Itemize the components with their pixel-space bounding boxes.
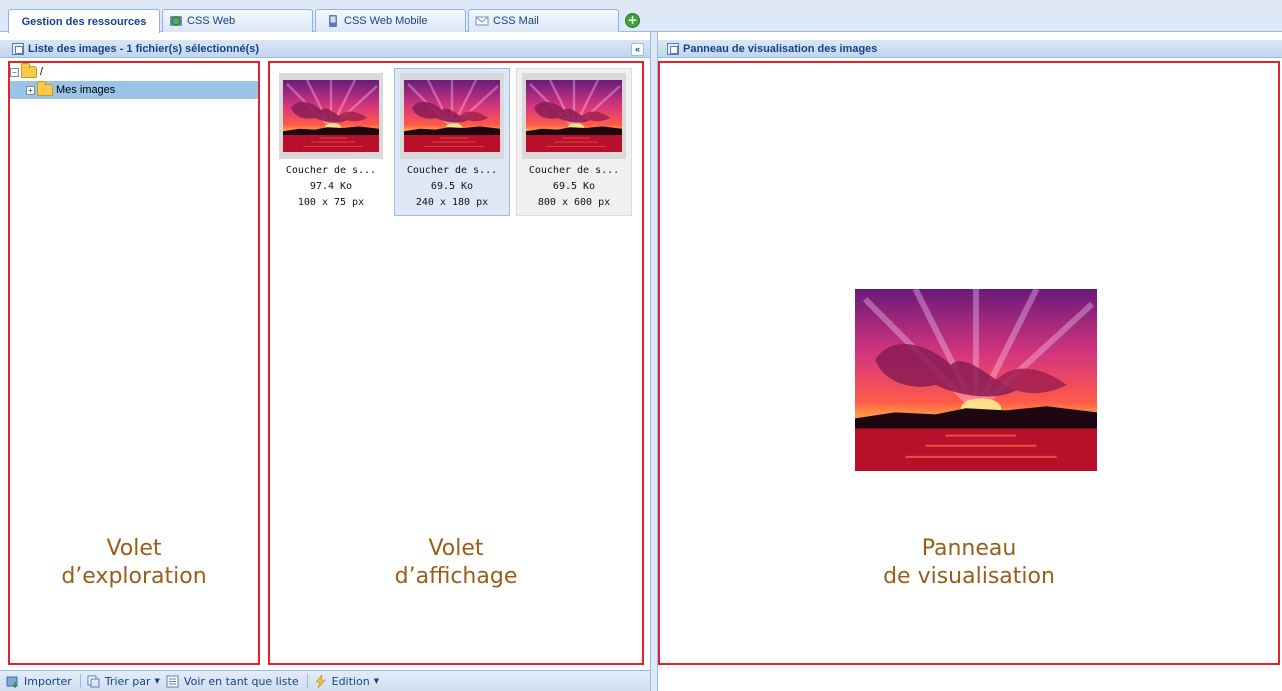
sort-by-button[interactable]: Trier par ▼: [87, 675, 160, 688]
list-view-button[interactable]: Voir en tant que liste: [166, 675, 299, 688]
preview-title: Panneau de visualisation des images: [683, 42, 878, 55]
tab-css-web[interactable]: CSS Web: [162, 9, 313, 32]
image-list-icon: [12, 42, 24, 55]
collapse-panel-button[interactable]: «: [631, 43, 644, 56]
bottom-toolbar: Importer Trier par ▼ Voir en tant que li…: [0, 670, 650, 691]
edit-menu-button[interactable]: Edition ▼: [314, 674, 380, 688]
list-view-icon: [166, 675, 179, 687]
list-view-label: Voir en tant que liste: [183, 674, 299, 688]
sort-icon: [87, 675, 100, 687]
import-label: Importer: [24, 674, 72, 688]
preview-header: Panneau de visualisation des images: [658, 40, 1282, 58]
image-list-title: Liste des images - 1 fichier(s) sélectio…: [28, 42, 260, 55]
annotation-line: d’affichage: [394, 564, 518, 589]
image-list-header: Liste des images - 1 fichier(s) sélectio…: [0, 40, 650, 58]
tab-css-mail[interactable]: CSS Mail: [468, 9, 619, 32]
tab-strip: Gestion des ressources CSS Web CSS Web M…: [0, 0, 1282, 33]
tab-css-web-mobile[interactable]: CSS Web Mobile: [315, 9, 466, 32]
panel-splitter[interactable]: [650, 32, 658, 691]
exploration-pane-label: Volet d’exploration: [8, 535, 260, 591]
import-icon: [6, 676, 18, 688]
toolbar-separator: [79, 674, 81, 688]
edit-menu-label: Edition: [331, 674, 370, 688]
dropdown-arrow-icon: ▼: [373, 677, 380, 685]
dropdown-arrow-icon: ▼: [154, 677, 160, 685]
annotation-line: d’exploration: [61, 564, 207, 589]
display-pane-label: Volet d’affichage: [268, 535, 644, 591]
web-globe-icon: [170, 16, 182, 26]
tab-label: CSS Web Mobile: [344, 15, 428, 27]
add-tab-button[interactable]: +: [625, 13, 640, 28]
resource-manager-window: Gestion des ressources CSS Web CSS Web M…: [0, 0, 1282, 691]
annotation-line: Panneau: [921, 536, 1017, 561]
tab-label: Gestion des ressources: [21, 15, 147, 28]
sort-by-label: Trier par: [104, 674, 151, 688]
preview-panel-icon: [667, 42, 679, 55]
annotation-line: Volet: [428, 536, 484, 561]
lightning-icon: [314, 674, 326, 688]
import-button[interactable]: Importer: [6, 675, 72, 688]
mail-envelope-icon: [475, 16, 489, 26]
annotation-line: de visualisation: [883, 564, 1055, 589]
preview-pane-label: Panneau de visualisation: [658, 535, 1280, 591]
tab-resource-management[interactable]: Gestion des ressources: [8, 9, 160, 33]
tab-label: CSS Mail: [493, 15, 539, 27]
toolbar-separator: [306, 674, 308, 688]
tab-label: CSS Web: [187, 15, 236, 27]
mobile-phone-icon: [329, 15, 337, 27]
annotation-line: Volet: [106, 536, 162, 561]
